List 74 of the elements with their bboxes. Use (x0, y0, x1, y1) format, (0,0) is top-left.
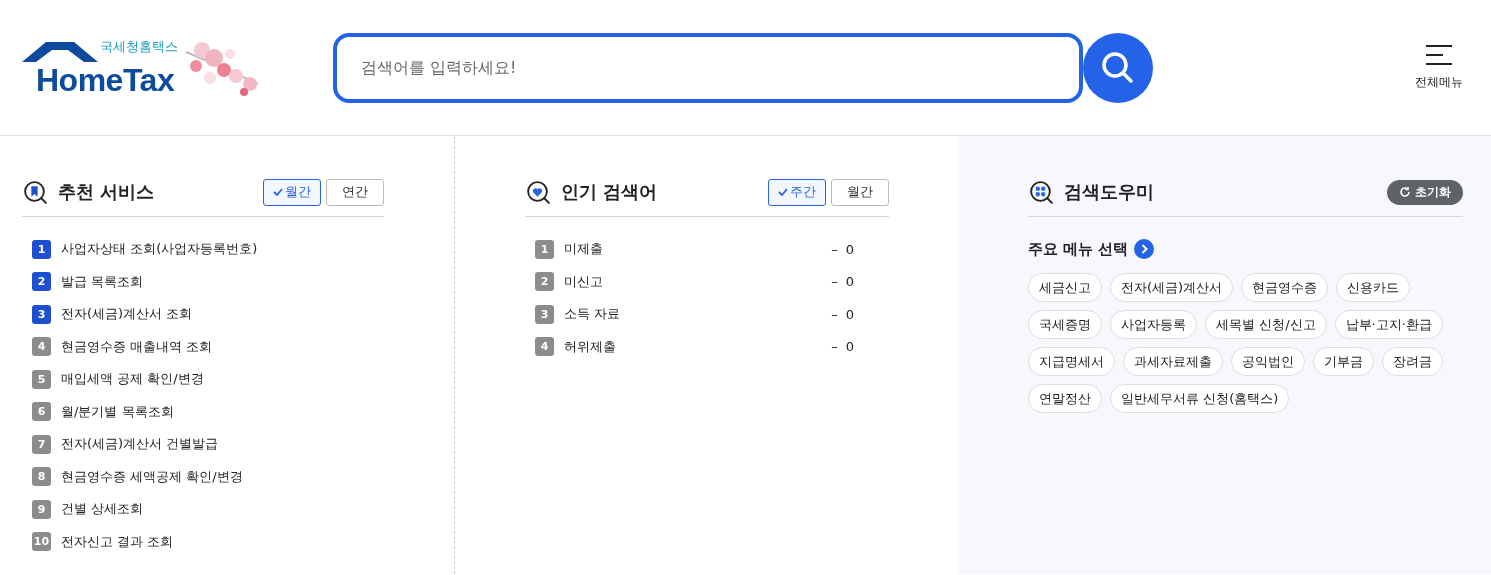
rank-badge: 8 (32, 467, 51, 487)
service-link[interactable]: 매입세액 공제 확인/변경 (61, 370, 204, 389)
service-link[interactable]: 전자(세금)계산서 조회 (61, 305, 193, 324)
menu-icon (1426, 44, 1452, 66)
check-icon (778, 188, 788, 196)
service-link[interactable]: 전자신고 결과 조회 (61, 532, 174, 551)
rank-change: 0 (845, 274, 854, 290)
service-link[interactable]: 미신고 (564, 272, 603, 291)
rank-badge: 1 (535, 239, 554, 259)
trend-mark: – (831, 306, 838, 322)
menu-chip[interactable]: 기부금 (1313, 347, 1374, 376)
service-link[interactable]: 허위제출 (564, 337, 616, 356)
service-link[interactable]: 소득 자료 (564, 305, 621, 324)
menu-button[interactable]: 전체메뉴 (1415, 44, 1463, 91)
rank-change: 0 (845, 306, 854, 322)
menu-chip[interactable]: 장려금 (1382, 347, 1443, 376)
service-link[interactable]: 현금영수증 세액공제 확인/변경 (61, 467, 243, 486)
menu-chip[interactable]: 사업자등록 (1110, 310, 1197, 339)
period-tab[interactable]: 월간 (831, 178, 889, 206)
rank-badge: 4 (535, 337, 554, 357)
logo-subtitle: 국세청홈택스 (100, 37, 178, 56)
service-link[interactable]: 현금영수증 매출내역 조회 (61, 337, 213, 356)
rank-change: 0 (845, 339, 854, 355)
rank-badge: 2 (535, 272, 554, 292)
menu-chip[interactable]: 과세자료제출 (1123, 347, 1223, 376)
rank-badge: 10 (32, 532, 51, 552)
menu-chip[interactable]: 현금영수증 (1241, 273, 1329, 302)
rank-badge: 5 (32, 369, 51, 389)
rank-badge: 1 (32, 239, 51, 259)
menu-chip[interactable]: 국세증명 (1028, 310, 1102, 339)
search-icon (1100, 49, 1136, 86)
rank-badge: 3 (32, 304, 51, 324)
service-link[interactable]: 월/분기별 목록조회 (61, 402, 174, 421)
search-icon (525, 179, 551, 205)
trend-mark: – (831, 274, 838, 290)
rank-badge: 7 (32, 434, 51, 454)
section-title: 추천 서비스 (58, 180, 155, 204)
menu-chip[interactable]: 납부·고지·환급 (1334, 310, 1443, 339)
rank-change: 0 (845, 241, 854, 257)
menu-chip[interactable]: 지급명세서 (1028, 347, 1115, 376)
trend-mark: – (831, 339, 838, 355)
menu-chip[interactable]: 전자(세금)계산서 (1110, 273, 1234, 302)
service-link[interactable]: 사업자상태 조회(사업자등록번호) (61, 240, 258, 259)
menu-chip[interactable]: 연말정산 (1028, 384, 1102, 413)
service-link[interactable]: 발급 목록조회 (61, 272, 144, 291)
menu-chip[interactable]: 세목별 신청/신고 (1205, 310, 1327, 339)
service-link[interactable]: 전자(세금)계산서 건별발급 (61, 435, 219, 454)
period-tab[interactable]: 월간 (263, 178, 321, 206)
check-icon (273, 188, 283, 196)
subsection-title: 주요 메뉴 선택 (1028, 239, 1129, 259)
search-icon (22, 179, 48, 205)
rank-badge: 6 (32, 402, 51, 422)
menu-chip[interactable]: 세금신고 (1028, 273, 1102, 302)
rank-badge: 2 (32, 272, 51, 292)
menu-chip[interactable]: 공익법인 (1231, 347, 1305, 376)
search-icon (1028, 179, 1054, 205)
section-title: 검색도우미 (1064, 180, 1154, 204)
menu-chip[interactable]: 일반세무서류 신청(홈택스) (1110, 384, 1290, 413)
roof-icon (22, 41, 100, 62)
section-title: 인기 검색어 (561, 180, 658, 204)
trend-mark: – (831, 241, 838, 257)
rank-badge: 3 (535, 304, 554, 324)
chevron-icon[interactable] (1134, 239, 1155, 259)
period-tab[interactable]: 연간 (326, 178, 384, 206)
reset-button[interactable]: 초기화 (1387, 179, 1463, 205)
rank-badge: 4 (32, 337, 51, 357)
refresh-icon (1399, 186, 1411, 198)
search-field[interactable]: 검색어를 입력하세요! (333, 32, 1083, 103)
rank-badge: 9 (32, 499, 51, 519)
menu-chip[interactable]: 신용카드 (1336, 273, 1411, 302)
service-link[interactable]: 건별 상세조회 (61, 500, 144, 519)
service-link[interactable]: 미제출 (564, 240, 603, 259)
logo-wordmark: HomeTax (36, 62, 175, 97)
period-tab[interactable]: 주간 (768, 178, 826, 206)
